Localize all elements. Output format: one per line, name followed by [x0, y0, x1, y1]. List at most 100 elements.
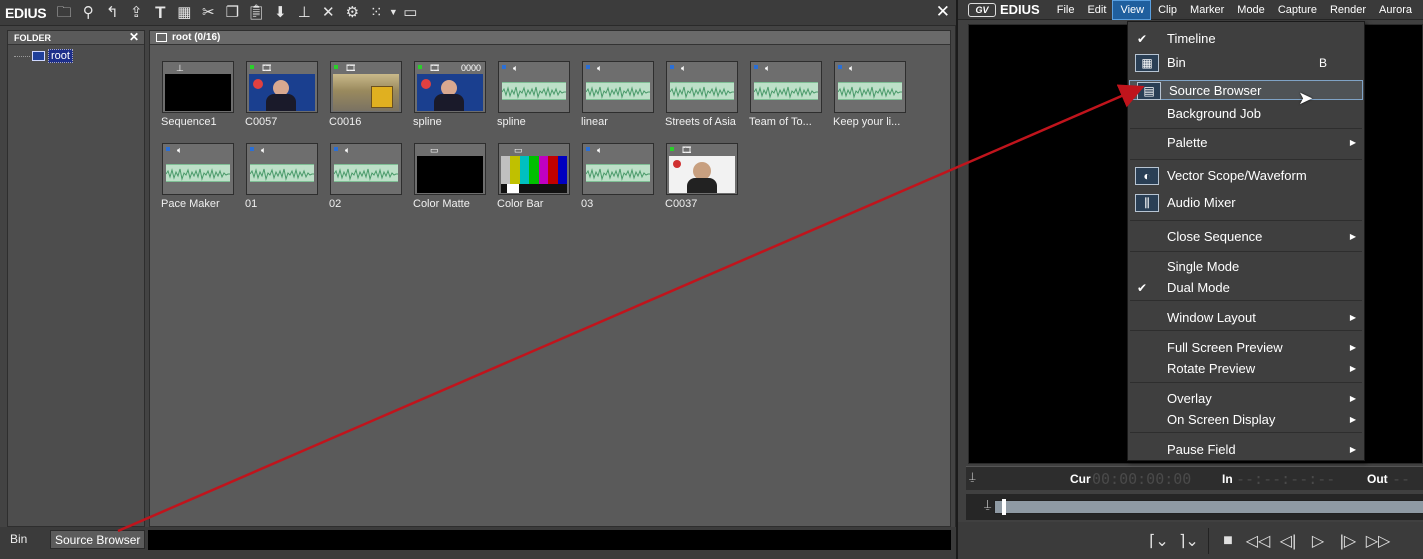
cut-icon[interactable]: ✂	[196, 2, 220, 24]
clip-item[interactable]: ▭ Color Matte	[413, 143, 486, 223]
menu-item-bin[interactable]: ▦ Bin B	[1128, 53, 1364, 73]
menu-item-timeline[interactable]: ✔ Timeline	[1128, 29, 1364, 49]
waveform	[586, 164, 650, 182]
out-label: Out	[1367, 472, 1388, 486]
menu-separator	[1130, 432, 1362, 433]
menu-view[interactable]: View	[1112, 0, 1152, 20]
clip-thumbnail: 🔈︎	[582, 61, 654, 113]
shortcut-key: B	[1319, 56, 1328, 70]
close-icon[interactable]: ✕	[129, 30, 139, 44]
clip-item[interactable]: 🔈︎ linear	[581, 61, 654, 141]
search-icon[interactable]: ⚲	[76, 2, 100, 24]
menu-item-source-browser[interactable]: ▤ Source Browser	[1129, 80, 1363, 100]
clip-item[interactable]: ⊥ Sequence1	[161, 61, 234, 141]
menu-item-full-screen-preview[interactable]: Full Screen Preview ▶	[1128, 338, 1364, 358]
menu-clip[interactable]: Clip	[1151, 1, 1183, 19]
clip-item[interactable]: ▭ Color Bar	[497, 143, 570, 223]
tree-item-root[interactable]: root	[14, 49, 73, 63]
copy-icon[interactable]: ❐	[220, 2, 244, 24]
stop-icon[interactable]: ■	[1213, 528, 1243, 554]
clip-item[interactable]: 🔈︎ Keep your li...	[833, 61, 906, 141]
clip-thumbnail: 🔈︎	[498, 61, 570, 113]
clip-item[interactable]: 🔈︎ Pace Maker	[161, 143, 234, 223]
thumbnail	[417, 156, 483, 193]
close-icon[interactable]: ✕	[936, 2, 950, 22]
menu-capture[interactable]: Capture	[1271, 1, 1323, 19]
menu-separator	[1130, 128, 1362, 129]
menu-item-label: On Screen Display	[1167, 412, 1276, 427]
dropdown-arrow-icon[interactable]: ▼	[388, 2, 398, 24]
title-icon[interactable]: T	[148, 2, 172, 24]
waveform	[334, 164, 398, 182]
clip-item[interactable]: 🔈︎ 02	[329, 143, 402, 223]
folder-icon[interactable]: 🗀	[52, 2, 76, 24]
clip-item[interactable]: 🎞︎ C0016	[329, 61, 402, 141]
clip-thumbnail: 🔈︎	[750, 61, 822, 113]
settings-icon[interactable]: ▭	[398, 2, 422, 24]
status-dot	[166, 147, 170, 151]
matte-icon: ▭	[430, 145, 439, 155]
clip-thumbnail: ⊥	[162, 61, 234, 113]
speaker-icon: 🔈︎	[177, 145, 183, 155]
menu-item-dual-mode[interactable]: ✔ Dual Mode	[1128, 278, 1364, 298]
clip-item[interactable]: 🔈︎ Streets of Asia	[665, 61, 738, 141]
menu-item-rotate-preview[interactable]: Rotate Preview ▶	[1128, 359, 1364, 379]
menu-item-audio-mixer[interactable]: ⫼ Audio Mixer	[1128, 193, 1364, 213]
delete-icon[interactable]: ✕	[316, 2, 340, 24]
submenu-arrow-icon: ▶	[1349, 445, 1356, 454]
fast-forward-icon[interactable]: ▷▷	[1363, 528, 1393, 554]
menu-item-on-screen-display[interactable]: On Screen Display ▶	[1128, 410, 1364, 430]
clip-item[interactable]: 🔈︎ 01	[245, 143, 318, 223]
tab-bin[interactable]: Bin	[6, 530, 31, 549]
menu-item-close-sequence[interactable]: Close Sequence ▶	[1128, 227, 1364, 247]
menu-render[interactable]: Render	[1323, 1, 1372, 19]
menu-item-label: Background Job	[1167, 106, 1261, 121]
status-dot	[838, 65, 842, 69]
tree-item-label[interactable]: root	[48, 49, 73, 63]
menu-item-palette[interactable]: Palette ▶	[1128, 133, 1364, 153]
bin-window: EDIUS 🗀 ⚲ ↰ ⇪ T ▦ ✂ ❐ 📋︎ ⬇ ⊥ ✕ ⚙ ⁙ ▼ ▭ ✕…	[0, 0, 956, 559]
menu-file[interactable]: File	[1050, 1, 1081, 19]
color-icon[interactable]: ▦	[172, 2, 196, 24]
step-forward-icon[interactable]: |▷	[1333, 528, 1363, 554]
timeline-add-icon[interactable]: ⊥	[292, 2, 316, 24]
vectorscope-icon: ◐	[1135, 167, 1159, 185]
clip-item[interactable]: 🎞︎ 0000 spline	[413, 61, 486, 141]
menu-edit[interactable]: Edit	[1080, 1, 1112, 19]
menu-item-overlay[interactable]: Overlay ▶	[1128, 389, 1364, 409]
status-dot	[334, 65, 338, 69]
clip-item[interactable]: 🔈︎ Team of To...	[749, 61, 822, 141]
menu-aurora[interactable]: Aurora	[1372, 1, 1418, 19]
submenu-arrow-icon: ▶	[1349, 415, 1356, 424]
step-back-icon[interactable]: ◁|	[1273, 528, 1303, 554]
properties-icon[interactable]: ⚙	[340, 2, 364, 24]
scrub-bar[interactable]: ⍊	[966, 494, 1423, 520]
menu-item-window-layout[interactable]: Window Layout ▶	[1128, 308, 1364, 328]
tab-source-browser[interactable]: Source Browser	[50, 530, 146, 549]
menu-item-label: Single Mode	[1167, 259, 1240, 274]
status-dot	[334, 147, 338, 151]
clip-item[interactable]: 🔈︎ spline	[497, 61, 570, 141]
import-icon[interactable]: ⇪	[124, 2, 148, 24]
menu-mode[interactable]: Mode	[1230, 1, 1271, 19]
clip-item[interactable]: 🔈︎ 03	[581, 143, 654, 223]
clip-item[interactable]: 🎞︎ C0057	[245, 61, 318, 141]
view-icon[interactable]: ⁙	[364, 2, 388, 24]
rewind-icon[interactable]: ◁◁	[1243, 528, 1273, 554]
waveform	[250, 164, 314, 182]
thumbnail	[249, 74, 315, 111]
up-icon[interactable]: ↰	[100, 2, 124, 24]
menu-item-background-job[interactable]: Background Job	[1128, 104, 1364, 124]
add-icon[interactable]: ⬇	[268, 2, 292, 24]
menu-item-vector-scope-waveform[interactable]: ◐ Vector Scope/Waveform	[1128, 166, 1364, 186]
menu-item-pause-field[interactable]: Pause Field ▶	[1128, 440, 1364, 460]
set-in-icon[interactable]: ⌈⌄	[1144, 528, 1174, 554]
clip-item[interactable]: 🎞︎ C0037	[665, 143, 738, 223]
menu-item-single-mode[interactable]: Single Mode	[1128, 257, 1364, 277]
scrub-track[interactable]	[994, 500, 1423, 514]
paste-icon[interactable]: 📋︎	[244, 2, 268, 24]
play-icon[interactable]: ▷	[1303, 528, 1333, 554]
set-out-icon[interactable]: ⌉⌄	[1174, 528, 1204, 554]
menu-marker[interactable]: Marker	[1183, 1, 1230, 19]
scrub-handle[interactable]	[1002, 499, 1006, 515]
